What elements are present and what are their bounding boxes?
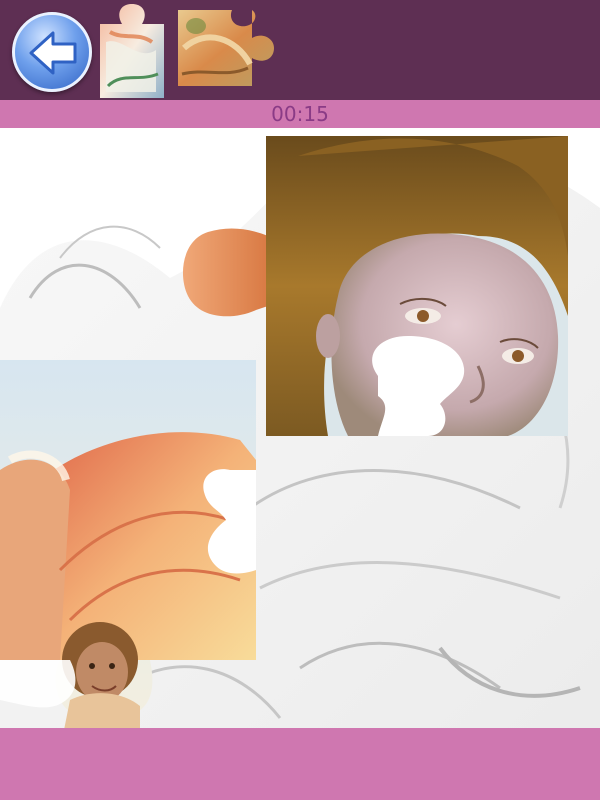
- timer-bar: 00:15: [0, 100, 600, 128]
- tray-piece-2[interactable]: [176, 8, 276, 88]
- back-button[interactable]: [12, 12, 92, 92]
- bottom-bar: [0, 728, 600, 800]
- back-arrow-icon: [29, 31, 77, 75]
- placed-piece-wings[interactable]: [0, 360, 260, 728]
- timer-text: 00:15: [271, 102, 329, 126]
- puzzle-board[interactable]: [0, 128, 600, 728]
- top-bar: [0, 0, 600, 100]
- tray-piece-1[interactable]: [98, 2, 168, 100]
